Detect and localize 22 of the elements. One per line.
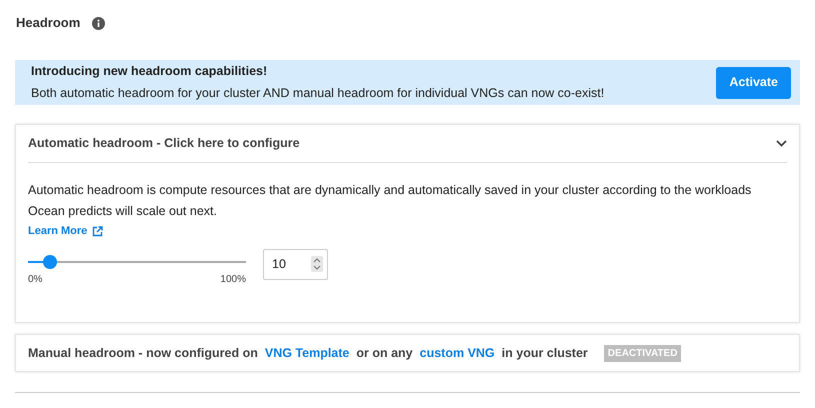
section-title: Headroom <box>16 14 80 32</box>
info-icon[interactable] <box>92 16 106 30</box>
chevron-down-icon[interactable] <box>776 140 787 147</box>
learn-more-link[interactable]: Learn More <box>28 223 104 240</box>
manual-headroom-text: Manual headroom - now configured on <box>28 344 258 362</box>
external-link-icon <box>92 226 104 237</box>
slider-max-label: 100% <box>220 272 246 286</box>
banner-heading: Introducing new headroom capabilities! <box>31 63 268 80</box>
description: Automatic headroom is compute resources that are dynamically and automatically saved in your cluster according to the workloads Ocean predicts will scale out next. <box>28 182 752 220</box>
manual-headroom-text: in your cluster <box>502 344 588 362</box>
stepper-icon[interactable] <box>311 256 323 272</box>
slider-thumb[interactable] <box>42 254 57 268</box>
accordion-title: Automatic headroom - Click here to configure <box>28 135 300 152</box>
template-link[interactable]: VNG Template <box>264 344 350 362</box>
number-input[interactable]: 10 <box>263 248 328 280</box>
manual-headroom-text: or on any <box>356 344 413 362</box>
activate-button[interactable]: Activate <box>716 66 791 98</box>
template-link[interactable]: custom VNG <box>420 344 495 362</box>
banner-text: Both automatic headroom for your cluster AND manual headroom for individual VNGs can now co-exist! <box>31 85 604 102</box>
status-badge: DEACTIVATED <box>604 344 682 362</box>
slider-min-label: 0% <box>28 272 42 286</box>
accordion-header[interactable]: Automatic headroom - Click here to configure <box>28 125 787 163</box>
